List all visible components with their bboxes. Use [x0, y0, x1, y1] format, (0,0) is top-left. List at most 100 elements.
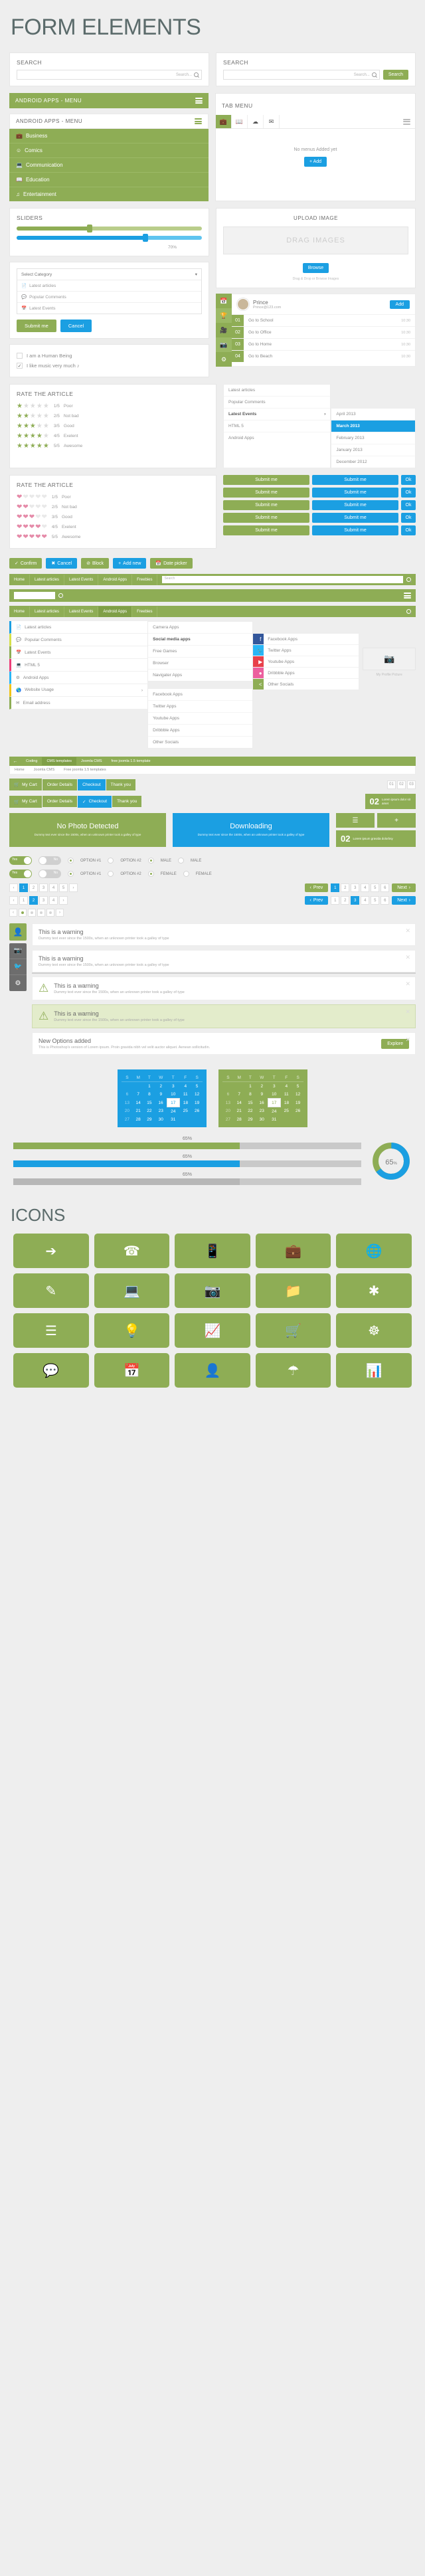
nav3-freebies[interactable]: Freebies	[132, 606, 158, 617]
cal-day[interactable]: 2	[256, 1082, 268, 1091]
radio-male-on[interactable]	[147, 858, 154, 864]
cal-day[interactable]: 28	[133, 1115, 144, 1123]
phone-icon[interactable]: ☎	[94, 1234, 170, 1268]
cal-day[interactable]: 2	[155, 1082, 167, 1091]
chart-icon[interactable]: 📈	[175, 1313, 250, 1348]
cal-day[interactable]: 30	[256, 1115, 268, 1123]
cal-day[interactable]: 12	[191, 1090, 203, 1099]
checkbox-box[interactable]	[17, 353, 23, 359]
cms-bc-home[interactable]: Home	[10, 766, 29, 774]
stars[interactable]: ★★★★★	[17, 422, 50, 430]
sidebar-item-latest-articles[interactable]: 📄 Latest articles	[9, 621, 148, 634]
stars[interactable]: ★★★★★	[17, 432, 50, 440]
cal-day[interactable]: 6	[122, 1090, 133, 1099]
cal-day[interactable]: 14	[133, 1099, 144, 1107]
prev-button-2[interactable]: ‹ Prev	[304, 896, 329, 905]
social2-twitter[interactable]: Twitter Apps	[148, 701, 253, 713]
video-icon[interactable]: 🎥	[216, 323, 232, 337]
hearts[interactable]: ❤❤❤❤❤	[17, 504, 48, 511]
browse-button[interactable]: Browse	[302, 263, 329, 273]
cal-day[interactable]: 18	[179, 1099, 191, 1107]
step2-order-details[interactable]: Order Details	[42, 796, 78, 807]
menu-list-item-active[interactable]: Latest Events ›	[224, 409, 331, 420]
close-icon[interactable]: ✕	[405, 980, 410, 988]
contact-add-button[interactable]: Add	[389, 300, 410, 309]
trophy-icon[interactable]: 🏆	[216, 308, 232, 323]
cal-day[interactable]: 19	[191, 1099, 203, 1107]
page-next-arrow[interactable]: ›	[69, 883, 78, 892]
cal-day[interactable]: 16	[155, 1099, 167, 1107]
calendar-green[interactable]: S M T W T F S 12345 6 7 8 9 10 11 12 13 14 15 16 1…	[218, 1069, 307, 1127]
submit-me-green[interactable]: Submit me	[223, 488, 309, 498]
hearts[interactable]: ❤❤❤❤❤	[17, 494, 48, 501]
page2-6[interactable]: 6	[381, 883, 390, 892]
cal-day[interactable]: 12	[292, 1090, 303, 1099]
nav-item-latest-events[interactable]: Latest Events	[64, 574, 99, 585]
toggle-no-gray-2[interactable]: No	[39, 870, 61, 878]
cal-day[interactable]: 7	[133, 1090, 144, 1099]
month-item-active[interactable]: March 2013	[331, 420, 415, 432]
confirm-button[interactable]: ✓ Confirm	[9, 558, 42, 569]
step2-my-cart[interactable]: 🛒 My Cart	[9, 795, 42, 808]
calendar-blue[interactable]: S M T W T F S 12345 6 7 8 9 10 11 12 13 14 15 16 1…	[118, 1069, 207, 1127]
cal-day[interactable]: 21	[133, 1107, 144, 1116]
hearts[interactable]: ❤❤❤❤❤	[17, 513, 48, 521]
cal-day[interactable]: 23	[256, 1107, 268, 1116]
submit-me-green[interactable]: Submit me	[223, 525, 309, 535]
stars[interactable]: ★★★★★	[17, 403, 50, 410]
menu-item-comics[interactable]: ☺ Comics	[9, 143, 209, 158]
navbar-search-input[interactable]: Search	[162, 576, 403, 583]
cal-day[interactable]: 1	[144, 1082, 155, 1091]
select-option-latest-articles[interactable]: 📄 Latest articles	[17, 280, 201, 292]
ok-button[interactable]: Ok	[401, 513, 416, 523]
step2-checkout[interactable]: ✓ Checkout	[78, 795, 112, 808]
pager-01[interactable]: 01	[387, 780, 396, 789]
page-2[interactable]: 2	[29, 883, 38, 892]
tab-book[interactable]: 📖	[232, 115, 248, 128]
gear-icon[interactable]: ⚙	[9, 975, 27, 991]
cal-day[interactable]: 26	[292, 1107, 303, 1116]
bars-icon[interactable]: 📊	[336, 1353, 412, 1388]
cal-day[interactable]: 29	[144, 1115, 155, 1123]
cal-day[interactable]: 23	[155, 1107, 167, 1116]
cms-tab-cms-templates[interactable]: CMS templates	[42, 757, 77, 765]
page2-5[interactable]: 5	[371, 883, 380, 892]
nav3-latest-events[interactable]: Latest Events	[64, 606, 99, 617]
dot-prev[interactable]: ‹	[9, 909, 17, 917]
month-item[interactable]: December 2012	[331, 456, 415, 468]
pager-03[interactable]: 03	[407, 780, 416, 789]
cal-day[interactable]: 21	[234, 1107, 245, 1116]
search-input-2[interactable]: Search...	[223, 70, 380, 80]
radio-option-1b[interactable]	[68, 871, 74, 877]
menu-item-entertainment[interactable]: ♫ Entertainment	[9, 187, 209, 201]
cal-day[interactable]: 22	[144, 1107, 155, 1116]
nav-item-android-apps[interactable]: Android Apps	[98, 574, 133, 585]
close-icon[interactable]: ✕	[405, 927, 410, 935]
submit-me-green[interactable]: Submit me	[223, 513, 309, 523]
grid-icon[interactable]: ☰	[336, 813, 375, 828]
sidebar-item-latest-events[interactable]: 📅 Latest Events	[9, 646, 148, 659]
slider-green[interactable]	[17, 225, 202, 232]
task-row[interactable]: 01 Go to School 10:30	[232, 315, 415, 327]
cal-day[interactable]: 30	[155, 1115, 167, 1123]
cal-day[interactable]: 26	[191, 1107, 203, 1116]
heart-row-5[interactable]: ❤❤❤❤❤ 5/5 Awesome	[17, 532, 209, 542]
cal-day[interactable]: 13	[222, 1099, 234, 1107]
dropdown-item-browser[interactable]: Browser	[148, 658, 253, 670]
cal-day[interactable]: 20	[222, 1107, 234, 1116]
page2-1[interactable]: 1	[331, 883, 340, 892]
ok-button[interactable]: Ok	[401, 488, 416, 498]
cal-day[interactable]: 4	[280, 1082, 292, 1091]
hamburger-icon-3[interactable]	[403, 118, 410, 125]
cms-bc-templates[interactable]: Free joomla 1.5 templates	[59, 766, 111, 774]
step-thank-you[interactable]: Thank you	[106, 779, 135, 790]
arrow-left-icon[interactable]: ←	[9, 757, 21, 766]
page3-prev[interactable]: ‹	[9, 896, 18, 905]
lightbulb-icon[interactable]: 💡	[94, 1313, 170, 1348]
cms-bc-joomla[interactable]: Joomla CMS	[29, 766, 59, 774]
radio-option-2b[interactable]	[108, 871, 114, 877]
dropdown-item-navigator[interactable]: Navigater Apps	[148, 670, 252, 681]
compass-icon[interactable]: ✱	[336, 1273, 412, 1308]
cal-day[interactable]: 8	[144, 1090, 155, 1099]
toggle-yes-green-2[interactable]: Yes	[9, 870, 32, 878]
